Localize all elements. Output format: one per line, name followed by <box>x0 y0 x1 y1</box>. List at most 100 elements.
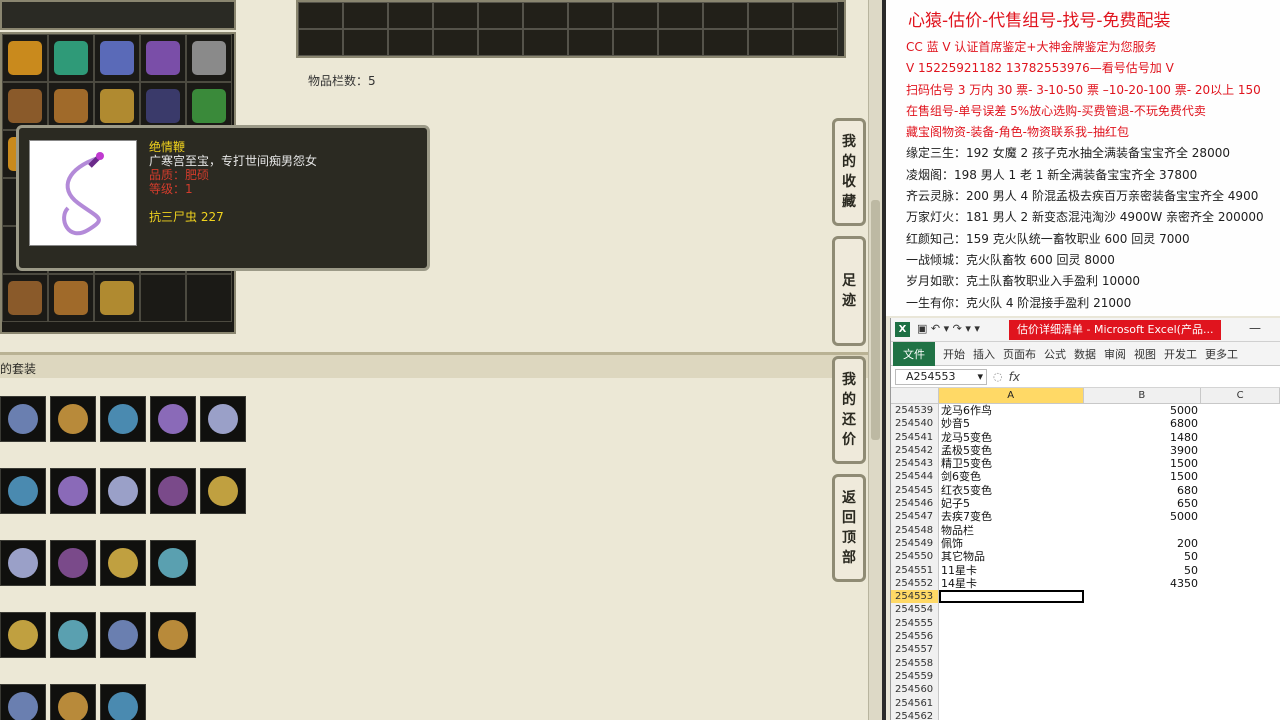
set-item-slot[interactable] <box>100 684 146 720</box>
row-number[interactable]: 254540 <box>891 417 939 431</box>
ribbon-tab[interactable]: 审阅 <box>1104 346 1126 362</box>
set-item-slot[interactable] <box>100 396 146 442</box>
back-to-top-button[interactable]: 返 回 顶 部 <box>832 474 866 582</box>
ribbon-tab[interactable]: 开始 <box>943 346 965 362</box>
inventory-slot[interactable] <box>94 274 140 322</box>
bag-slot[interactable] <box>478 2 523 29</box>
inventory-slot[interactable] <box>186 274 232 322</box>
row-number[interactable]: 254543 <box>891 457 939 471</box>
cell-a[interactable] <box>939 617 1084 630</box>
cell-a[interactable]: 龙马5变色 <box>939 431 1084 444</box>
row-number[interactable]: 254548 <box>891 523 939 537</box>
ribbon-tab[interactable]: 公式 <box>1044 346 1066 362</box>
inventory-slot[interactable] <box>94 34 140 82</box>
bag-slot[interactable] <box>703 29 748 56</box>
cell-a[interactable]: 精卫5变色 <box>939 457 1084 470</box>
row-number[interactable]: 254544 <box>891 470 939 484</box>
cell-b[interactable] <box>1084 603 1202 616</box>
cell-a[interactable]: 佩饰 <box>939 537 1084 550</box>
cell-b[interactable] <box>1084 683 1202 696</box>
set-item-slot[interactable] <box>0 612 46 658</box>
set-item-slot[interactable] <box>200 396 246 442</box>
bag-slot[interactable] <box>433 2 478 29</box>
inventory-slot[interactable] <box>140 34 186 82</box>
bag-slot[interactable] <box>523 2 568 29</box>
row-number[interactable]: 254557 <box>891 643 939 657</box>
ribbon-tab[interactable]: 开发工 <box>1164 346 1197 362</box>
set-item-slot[interactable] <box>150 612 196 658</box>
set-item-slot[interactable] <box>50 684 96 720</box>
set-item-slot[interactable] <box>150 468 196 514</box>
ribbon-tab[interactable]: 文件 <box>893 341 935 366</box>
cell-b[interactable]: 5000 <box>1084 510 1202 523</box>
inventory-slot[interactable] <box>2 82 48 130</box>
cell-b[interactable] <box>1084 710 1202 720</box>
cell-a[interactable]: 红衣5变色 <box>939 484 1084 497</box>
bag-slot[interactable] <box>748 2 793 29</box>
my-counteroffer-button[interactable]: 我 的 还 价 <box>832 356 866 464</box>
cell-a[interactable] <box>939 697 1084 710</box>
scrollbar-thumb[interactable] <box>871 200 880 440</box>
cell-b[interactable]: 1500 <box>1084 470 1202 483</box>
page-scrollbar[interactable] <box>868 0 882 720</box>
bag-slot[interactable] <box>343 29 388 56</box>
inventory-slot[interactable] <box>186 34 232 82</box>
cell-b[interactable]: 6800 <box>1084 417 1202 430</box>
footprint-button[interactable]: 足 迹 <box>832 236 866 346</box>
bag-slot[interactable] <box>478 29 523 56</box>
inventory-slot[interactable] <box>48 274 94 322</box>
set-item-slot[interactable] <box>50 612 96 658</box>
inventory-slot[interactable] <box>2 274 48 322</box>
cell-a[interactable]: 妙音5 <box>939 417 1084 430</box>
cell-a[interactable] <box>939 603 1084 616</box>
set-item-slot[interactable] <box>50 468 96 514</box>
bag-slot[interactable] <box>613 29 658 56</box>
set-item-slot[interactable] <box>100 540 146 586</box>
cell-a[interactable] <box>939 657 1084 670</box>
cell-a[interactable]: 去疾7变色 <box>939 510 1084 523</box>
cell-b[interactable]: 1500 <box>1084 457 1202 470</box>
row-number[interactable]: 254551 <box>891 563 939 577</box>
cell-b[interactable] <box>1084 670 1202 683</box>
inventory-slot[interactable] <box>48 82 94 130</box>
set-item-slot[interactable] <box>200 468 246 514</box>
row-number[interactable]: 254562 <box>891 709 939 720</box>
bag-slot[interactable] <box>568 2 613 29</box>
bag-slot[interactable] <box>388 2 433 29</box>
cell-b[interactable]: 50 <box>1084 564 1202 577</box>
bag-slot[interactable] <box>298 29 343 56</box>
cell-b[interactable]: 3900 <box>1084 444 1202 457</box>
cell-b[interactable] <box>1084 590 1202 603</box>
row-number[interactable]: 254539 <box>891 404 939 418</box>
cell-b[interactable]: 4350 <box>1084 577 1202 590</box>
cell-b[interactable] <box>1084 657 1202 670</box>
bag-slot[interactable] <box>658 29 703 56</box>
inventory-slot[interactable] <box>94 82 140 130</box>
cell-b[interactable] <box>1084 643 1202 656</box>
corner-cell[interactable] <box>891 388 939 403</box>
inventory-slot[interactable] <box>48 34 94 82</box>
bag-slot[interactable] <box>388 29 433 56</box>
row-number[interactable]: 254547 <box>891 510 939 524</box>
row-number[interactable]: 254560 <box>891 683 939 697</box>
bag-slot[interactable] <box>793 2 838 29</box>
set-item-slot[interactable] <box>100 468 146 514</box>
column-header-a[interactable]: A <box>938 388 1084 403</box>
bag-slot[interactable] <box>433 29 478 56</box>
set-item-slot[interactable] <box>0 468 46 514</box>
ribbon-tab[interactable]: 视图 <box>1134 346 1156 362</box>
minimize-icon[interactable]: — <box>1249 321 1261 335</box>
row-number[interactable]: 254561 <box>891 696 939 710</box>
cell-a[interactable] <box>939 630 1084 643</box>
cell-a[interactable]: 妃子5 <box>939 497 1084 510</box>
inventory-slot[interactable] <box>140 274 186 322</box>
row-number[interactable]: 254559 <box>891 669 939 684</box>
cell-a[interactable]: 14星卡 <box>939 577 1084 590</box>
column-header-b[interactable]: B <box>1084 388 1202 403</box>
row-number[interactable]: 254549 <box>891 536 939 551</box>
cell-b[interactable]: 650 <box>1084 497 1202 510</box>
quick-access-toolbar[interactable]: ▣ ↶ ▾ ↷ ▾ ▾ <box>917 322 980 335</box>
set-item-slot[interactable] <box>0 540 46 586</box>
name-box[interactable]: A254553 ▾ <box>895 368 987 385</box>
bag-slot[interactable] <box>298 2 343 29</box>
